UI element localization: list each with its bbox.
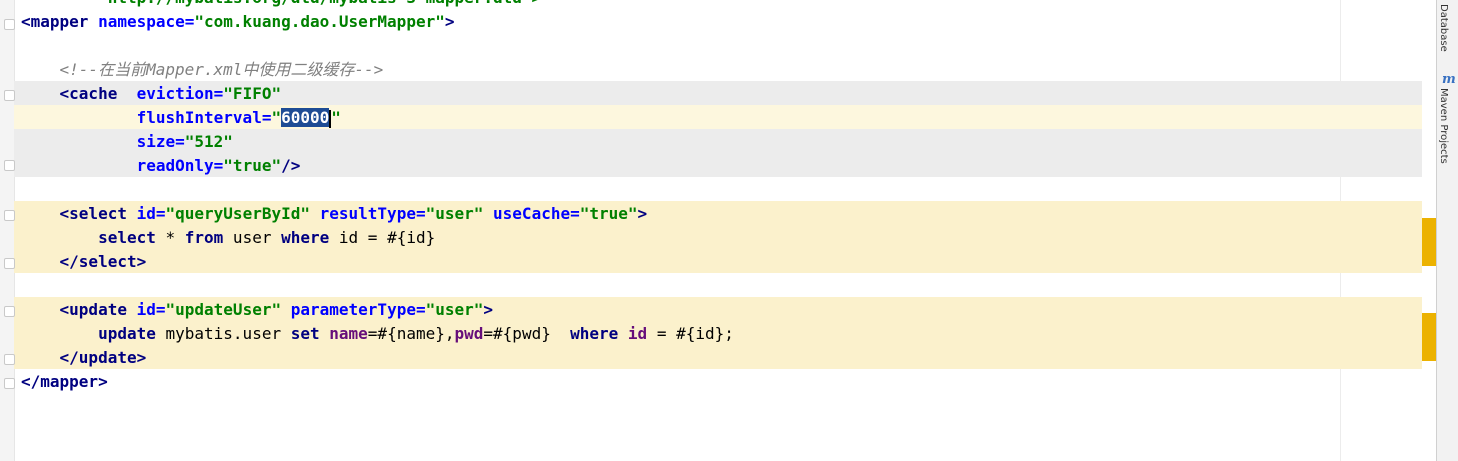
code-line[interactable]: <cache eviction="FIFO" xyxy=(21,82,282,106)
editor-gutter[interactable] xyxy=(0,0,15,461)
fold-marker-cache[interactable] xyxy=(4,90,15,101)
code-token: * xyxy=(155,228,185,247)
code-line[interactable]: <select id="queryUserById" resultType="u… xyxy=(21,202,648,226)
code-token: id xyxy=(627,324,648,343)
code-token: =#{pwd} xyxy=(483,324,571,343)
code-token: mybatis.user xyxy=(155,324,291,343)
fold-marker-update-end[interactable] xyxy=(4,354,15,365)
code-token: "user" xyxy=(425,204,494,223)
code-token: <update xyxy=(59,300,137,319)
code-token: resultType= xyxy=(319,204,426,223)
code-line[interactable]: flushInterval="60000 " xyxy=(21,106,341,130)
code-token: id= xyxy=(136,300,166,319)
code-token: where xyxy=(570,324,619,343)
code-line[interactable]: </select> xyxy=(21,250,147,274)
code-token: name xyxy=(329,324,368,343)
code-token: "512" xyxy=(184,132,233,151)
fold-marker-update[interactable] xyxy=(4,306,15,317)
code-token: update xyxy=(98,324,156,343)
code-token: <!--在当前Mapper.xml中使用二级缓存--> xyxy=(59,60,384,79)
selected-text: 60000 xyxy=(281,108,330,127)
code-token: id= xyxy=(136,204,166,223)
code-token: useCache= xyxy=(493,204,580,223)
code-token: select xyxy=(98,228,156,247)
code-token: "true" xyxy=(579,204,638,223)
code-line[interactable]: </update> xyxy=(21,346,147,370)
code-line[interactable]: <update id="updateUser" parameterType="u… xyxy=(21,298,494,322)
code-line[interactable]: <!--在当前Mapper.xml中使用二级缓存--> xyxy=(21,58,384,82)
code-token: "queryUserById" xyxy=(165,204,320,223)
code-token: /> xyxy=(281,156,301,175)
code-token: > xyxy=(637,204,648,223)
code-token: "http://mybatis.org/dtd/mybatis-3-mapper… xyxy=(98,0,541,7)
code-token: =#{name}, xyxy=(367,324,455,343)
code-token: where xyxy=(281,228,330,247)
error-stripe-marker[interactable] xyxy=(1422,313,1436,361)
code-token: " xyxy=(331,108,341,127)
code-token: "updateUser" xyxy=(165,300,291,319)
code-token: <mapper xyxy=(21,12,99,31)
code-line[interactable]: <mapper namespace="com.kuang.dao.UserMap… xyxy=(21,10,454,34)
code-token: </update> xyxy=(59,348,147,367)
code-token: size= xyxy=(136,132,185,151)
code-token: user xyxy=(223,228,282,247)
maven-projects-tab[interactable]: Maven Projects xyxy=(1438,88,1449,164)
code-token: "user" xyxy=(425,300,484,319)
code-line[interactable]: size="512" xyxy=(21,130,233,154)
code-token: </mapper> xyxy=(21,372,108,391)
code-token: flushInterval= xyxy=(136,108,272,127)
code-token: readOnly= xyxy=(136,156,224,175)
code-token: " xyxy=(271,108,282,127)
fold-marker-select-end[interactable] xyxy=(4,258,15,269)
fold-marker-mapper-end[interactable] xyxy=(4,378,15,389)
code-token: </select> xyxy=(59,252,147,271)
code-token: pwd xyxy=(454,324,484,343)
code-token: namespace= xyxy=(98,12,195,31)
code-token: > xyxy=(483,300,494,319)
fold-marker-select[interactable] xyxy=(4,210,15,221)
code-token: "com.kuang.dao.UserMapper" xyxy=(194,12,445,31)
code-token: <select xyxy=(59,204,137,223)
code-line[interactable]: readOnly="true"/> xyxy=(21,154,301,178)
fold-marker-mapper[interactable] xyxy=(4,19,15,30)
fold-marker-cache-end[interactable] xyxy=(4,160,15,171)
code-token: parameterType= xyxy=(290,300,426,319)
code-token: <cache xyxy=(59,84,137,103)
code-line[interactable]: </mapper> xyxy=(21,370,108,394)
database-tab[interactable]: Database xyxy=(1438,4,1449,52)
code-token: > xyxy=(444,12,455,31)
maven-icon: m xyxy=(1442,72,1456,87)
code-line[interactable]: select * from user where id = #{id} xyxy=(21,226,435,250)
code-token: = #{id}; xyxy=(647,324,734,343)
code-token: set xyxy=(290,324,320,343)
code-token: id = #{id} xyxy=(329,228,436,247)
code-line[interactable]: "http://mybatis.org/dtd/mybatis-3-mapper… xyxy=(21,0,541,10)
error-stripe-marker[interactable] xyxy=(1422,218,1436,266)
code-token: eviction= xyxy=(136,84,224,103)
code-line[interactable]: update mybatis.user set name=#{name},pwd… xyxy=(21,322,734,346)
code-editor[interactable]: "http://mybatis.org/dtd/mybatis-3-mapper… xyxy=(0,0,1436,461)
code-token: "FIFO" xyxy=(223,84,282,103)
code-token: from xyxy=(184,228,224,247)
code-token: "true" xyxy=(223,156,282,175)
right-tool-window-bar: Database m Maven Projects xyxy=(1436,0,1458,461)
